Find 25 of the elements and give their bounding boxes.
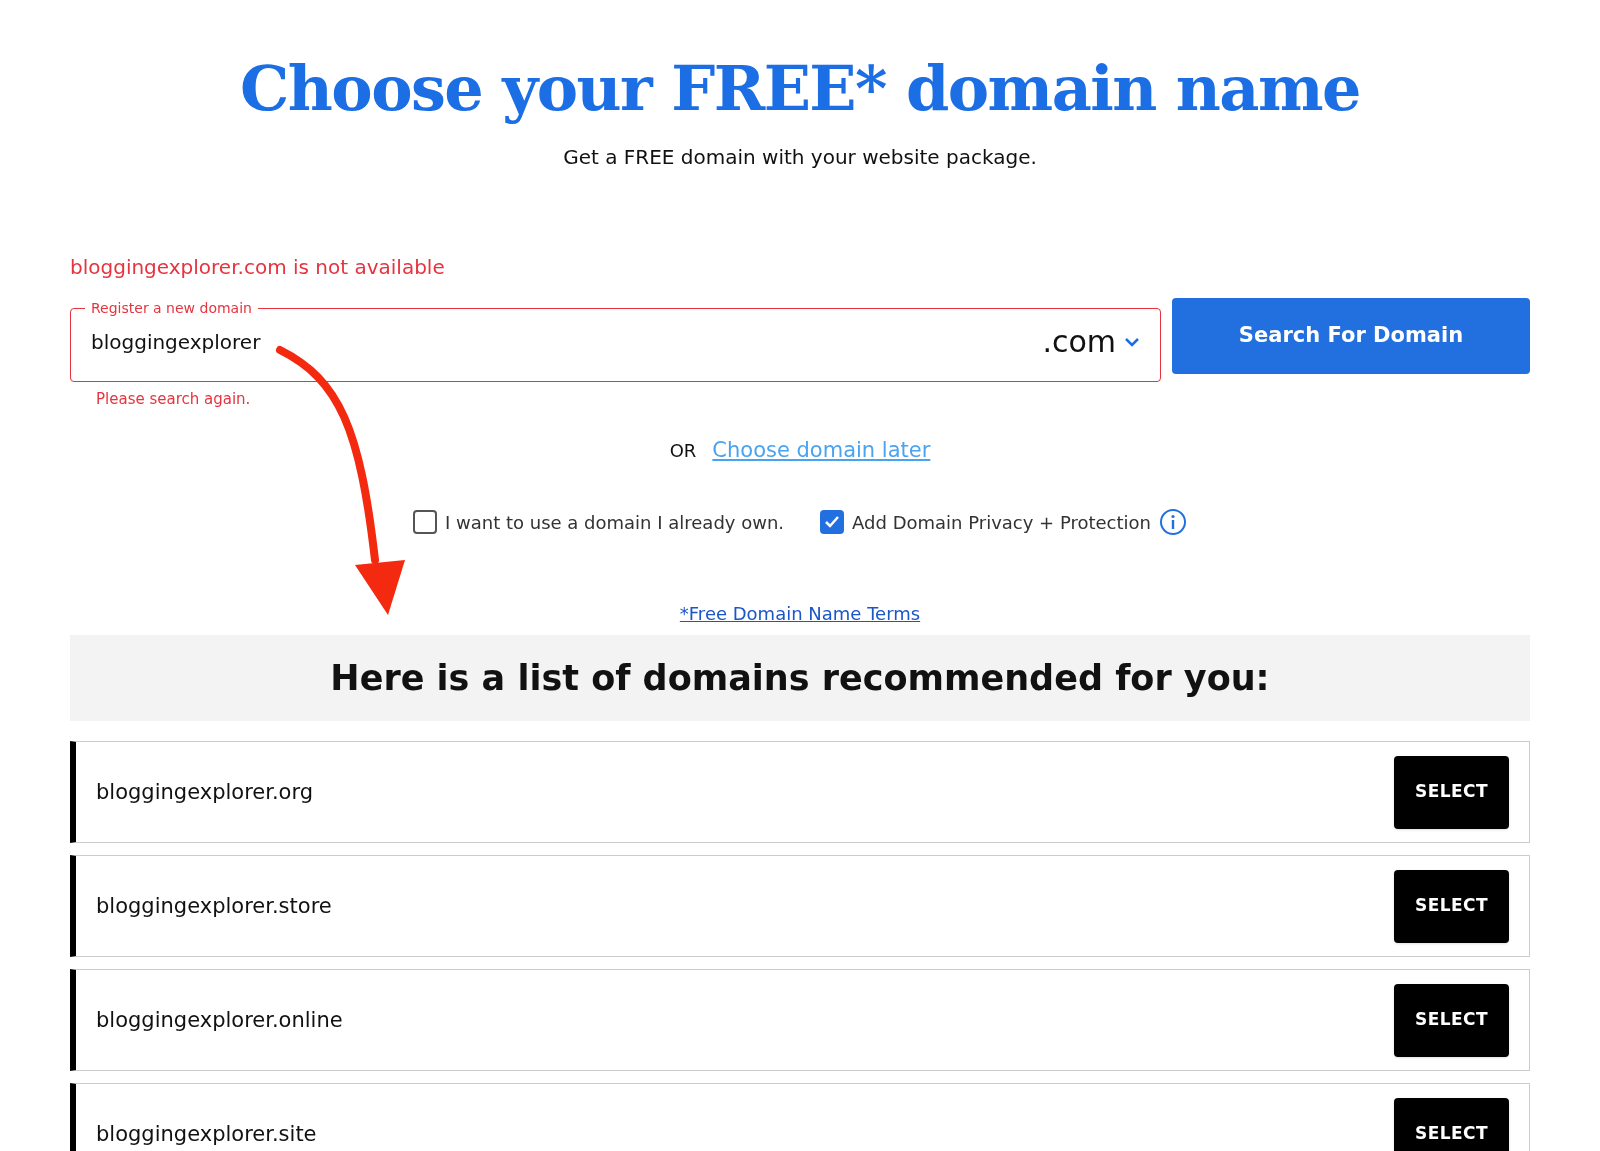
or-text: OR xyxy=(669,438,697,463)
domain-name: bloggingexplorer.site xyxy=(96,1123,317,1145)
field-label: Register a new domain xyxy=(90,299,253,318)
checkbox[interactable] xyxy=(820,510,845,534)
domain-name: bloggingexplorer.store xyxy=(96,895,332,917)
domain-name: bloggingexplorer.online xyxy=(96,1009,343,1031)
select-button[interactable]: SELECT xyxy=(1394,983,1509,1057)
select-button[interactable]: SELECT xyxy=(1394,755,1509,829)
select-button[interactable]: SELECT xyxy=(1394,1097,1509,1151)
terms-link[interactable]: *Free Domain Name Terms xyxy=(679,600,921,627)
field-hint: Please search again. xyxy=(96,389,251,410)
domain-input[interactable]: bloggingexplorer xyxy=(91,326,1043,357)
error-message: bloggingexplorer.com is not available xyxy=(70,254,445,281)
checkbox-label: Add Domain Privacy + Protection xyxy=(852,510,1151,535)
chevron-icon xyxy=(1124,336,1140,347)
checkbox-label: I want to use a domain I already own. xyxy=(445,510,785,535)
domain-name: bloggingexplorer.org xyxy=(96,781,314,803)
search-button[interactable]: Search For Domain xyxy=(1172,298,1530,374)
check-icon xyxy=(824,515,841,529)
info-icon[interactable] xyxy=(1159,508,1187,536)
checkbox[interactable] xyxy=(413,510,437,534)
list-header: Here is a list of domains recommended for you: xyxy=(70,635,1530,721)
select-button[interactable]: SELECT xyxy=(1394,869,1509,943)
page-subtitle: Get a FREE domain with your website package. xyxy=(563,144,1037,171)
tld-dropdown[interactable]: .com xyxy=(1042,319,1140,364)
